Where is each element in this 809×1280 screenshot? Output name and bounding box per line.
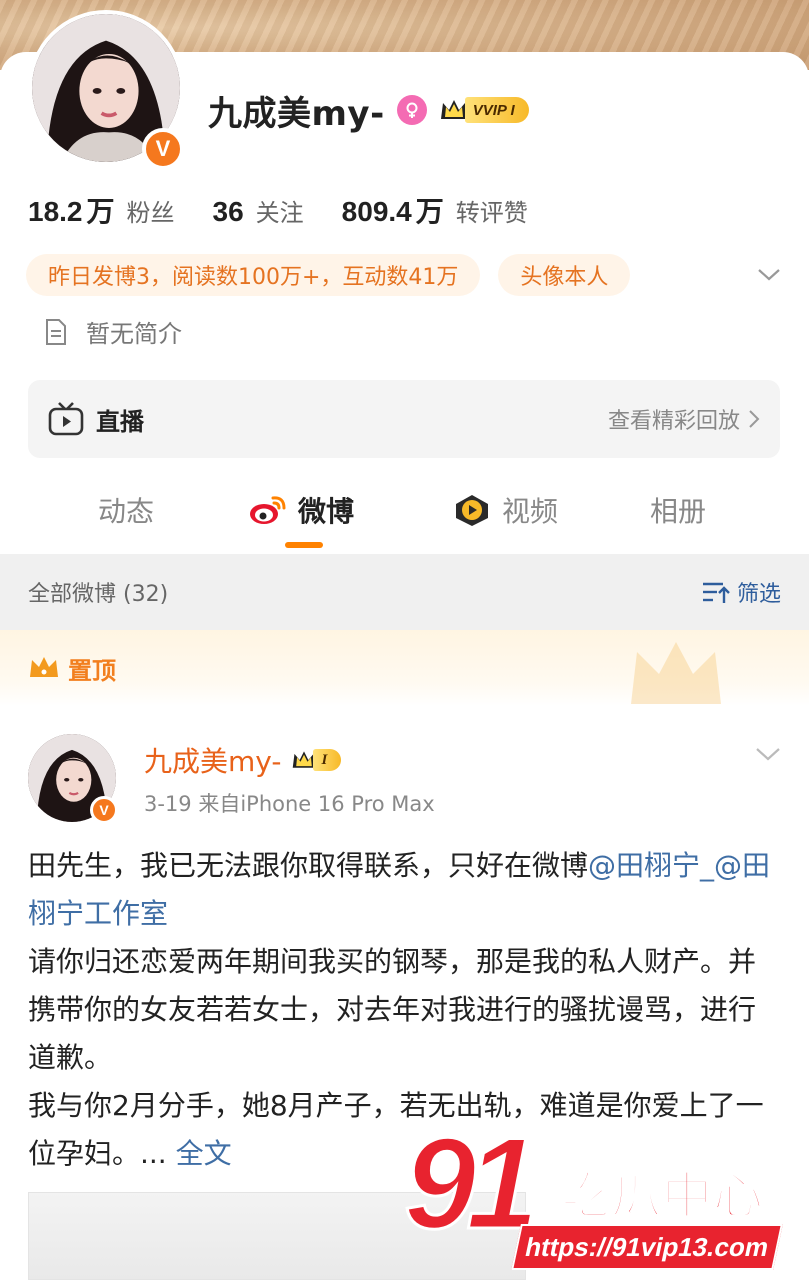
vip-badge[interactable]: I [291, 747, 342, 773]
tab-video[interactable]: 视频 [452, 480, 558, 540]
live-card[interactable]: 直播 查看精彩回放 [28, 380, 780, 458]
post-author-row: 九成美my- I [144, 740, 342, 780]
read-more-link[interactable]: 全文 [176, 1137, 232, 1170]
vvip-badge[interactable]: VVIP I [439, 95, 529, 125]
stats-row: 18.2 万 粉丝 36 关注 809.4 万 转评赞 [28, 190, 566, 230]
tab-weibo[interactable]: 微博 [248, 480, 354, 540]
filter-bar: 全部微博 (32) 筛选 [0, 554, 809, 630]
filter-icon [702, 582, 730, 603]
verified-badge-icon: V [142, 128, 184, 170]
post-meta: 3-19 来自iPhone 16 Pro Max [144, 792, 435, 816]
watermark-number: 91 [403, 1110, 541, 1256]
stat-followers[interactable]: 18.2 万 粉丝 [28, 190, 175, 230]
stat-following[interactable]: 36 关注 [213, 193, 304, 228]
crown-icon [30, 657, 58, 677]
crown-decoration-icon [631, 642, 721, 704]
document-icon [46, 318, 66, 345]
post-author-name[interactable]: 九成美my- [144, 740, 281, 780]
pinned-bar: 置顶 [0, 630, 809, 706]
pinned-label: 置顶 [68, 656, 116, 685]
watermark: 91 吃瓜中心 https://91vip13.com [403, 1110, 804, 1278]
verified-badge-icon: V [90, 796, 118, 824]
mention-link[interactable]: @田栩宁_ [588, 849, 714, 882]
tv-icon [48, 402, 84, 436]
tab-album[interactable]: 相册 [650, 480, 706, 540]
name-row: 九成美my- VVIP I [208, 90, 529, 134]
username: 九成美my- [208, 93, 385, 134]
profile-tabs: 动态 微博 视频 相册 [0, 480, 809, 552]
post-count: 全部微博 (32) [28, 582, 169, 607]
tab-dynamics[interactable]: 动态 [98, 480, 154, 540]
chevron-down-icon[interactable] [754, 744, 782, 764]
chevron-right-icon [749, 410, 760, 428]
activity-tag[interactable]: 昨日发博3，阅读数100万+，互动数41万 [26, 254, 481, 296]
bio-row: 暂无简介 [44, 314, 182, 349]
live-replay-link[interactable]: 查看精彩回放 [608, 403, 760, 435]
female-gender-icon [396, 95, 427, 125]
avatar-verified-tag[interactable]: 头像本人 [498, 254, 631, 296]
active-tab-indicator [285, 542, 323, 548]
watermark-url: https://91vip13.com [511, 1224, 783, 1270]
chevron-down-icon[interactable] [756, 264, 782, 284]
live-label: 直播 [96, 407, 144, 436]
filter-button[interactable]: 筛选 [701, 576, 781, 608]
video-play-icon [456, 495, 488, 526]
watermark-title: 吃瓜中心 [559, 1166, 764, 1226]
weibo-logo-icon [250, 496, 286, 524]
profile-tags: 昨日发博3，阅读数100万+，互动数41万 头像本人 [26, 254, 648, 296]
stat-interactions[interactable]: 809.4 万 转评赞 [342, 190, 528, 230]
bio-text: 暂无简介 [86, 320, 182, 348]
